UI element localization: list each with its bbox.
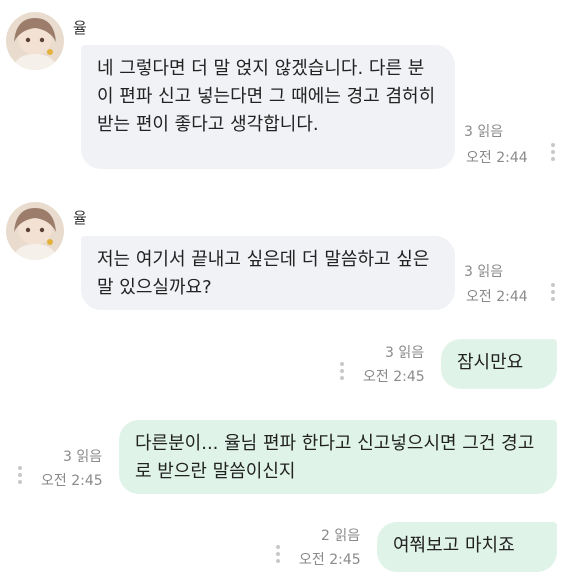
more-vertical-icon[interactable] bbox=[340, 362, 344, 383]
avatar[interactable] bbox=[6, 202, 64, 260]
read-count: 2 읽음 bbox=[321, 528, 361, 544]
timestamp: 오전 2:45 bbox=[363, 369, 425, 385]
timestamp: 오전 2:45 bbox=[299, 552, 361, 568]
message-bubble[interactable]: 다른분이... 율님 편파 한다고 신고넣으시면 그건 경고로 받으란 말씀이신… bbox=[119, 420, 557, 494]
sender-name: 율 bbox=[73, 19, 87, 37]
sender-name: 율 bbox=[73, 209, 87, 227]
read-count: 3 읽음 bbox=[63, 449, 103, 465]
avatar-image bbox=[6, 202, 64, 260]
avatar-image bbox=[6, 12, 64, 70]
message-bubble[interactable]: 잠시만요 bbox=[441, 339, 557, 389]
read-count: 3 읽음 bbox=[385, 345, 425, 361]
more-vertical-icon[interactable] bbox=[276, 545, 280, 566]
message-bubble[interactable]: 네 그렇다면 더 말 얹지 않겠습니다. 다른 분이 편파 신고 넣는다면 그 … bbox=[81, 45, 455, 169]
more-vertical-icon[interactable] bbox=[551, 283, 555, 304]
avatar[interactable] bbox=[6, 12, 64, 70]
message-bubble[interactable]: 여쭤보고 마치죠 bbox=[377, 522, 557, 572]
message-bubble[interactable]: 저는 여기서 끝내고 싶은데 더 말씀하고 싶은 말 있으실까요? bbox=[81, 236, 455, 310]
timestamp: 오전 2:44 bbox=[466, 150, 528, 166]
read-count: 3 읽음 bbox=[464, 264, 504, 280]
timestamp: 오전 2:44 bbox=[466, 289, 528, 305]
read-count: 3 읽음 bbox=[464, 124, 504, 140]
more-vertical-icon[interactable] bbox=[551, 143, 555, 164]
more-vertical-icon[interactable] bbox=[18, 466, 22, 487]
timestamp: 오전 2:45 bbox=[41, 473, 103, 489]
